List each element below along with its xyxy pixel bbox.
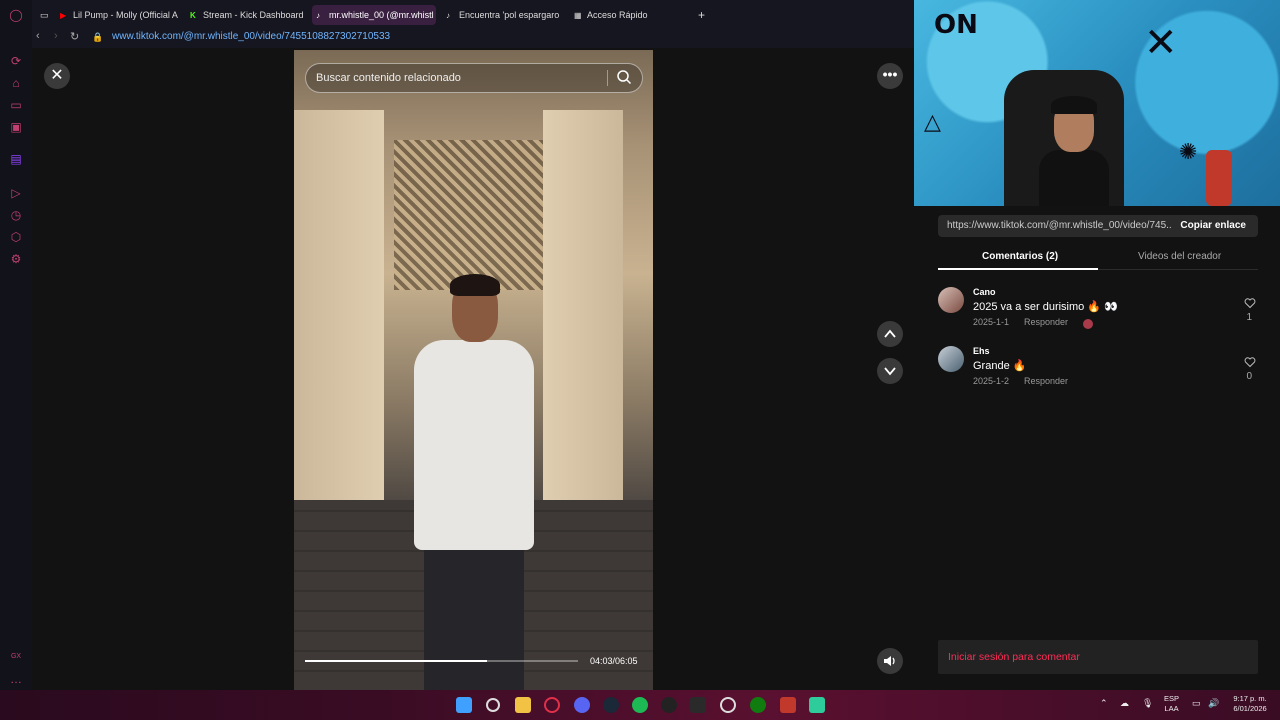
xbox-icon[interactable] — [750, 697, 766, 713]
tray-chevron-up-icon[interactable]: ⌃ — [1100, 698, 1108, 708]
comment-item: Cano 2025 va a ser durisimo 🔥 👀 2025-1-1… — [938, 287, 1258, 337]
epic-games-icon[interactable] — [690, 697, 706, 713]
sidebar-chat-icon[interactable]: ▭ — [9, 98, 23, 112]
sidebar-more-icon[interactable]: … — [9, 672, 23, 686]
active-tab-indicator — [938, 268, 1098, 270]
chevron-up-icon — [884, 329, 896, 338]
tab-tiktok-search[interactable]: ♪ Encuentra 'pol espargaro — [442, 5, 564, 25]
ghub-icon[interactable] — [661, 697, 677, 713]
language-indicator[interactable]: ESP LAA — [1164, 694, 1179, 714]
related-search-input[interactable]: Buscar contenido relacionado — [305, 63, 643, 93]
chevron-down-icon — [884, 367, 896, 376]
url-field[interactable]: www.tiktok.com/@mr.whistle_00/video/7455… — [112, 31, 390, 42]
kick-icon: K — [190, 11, 196, 20]
sidebar-settings-icon[interactable]: ⚙ — [9, 252, 23, 266]
microphone-icon[interactable]: 🎙 — [1142, 698, 1153, 708]
sidebar-extensions-icon[interactable]: ⬡ — [9, 230, 23, 244]
video-scene-lattice — [394, 140, 554, 290]
back-icon[interactable]: ‹ — [36, 30, 40, 42]
heart-icon[interactable] — [1244, 297, 1256, 309]
avatar[interactable] — [938, 287, 964, 313]
comment-text: Grande 🔥 — [973, 360, 1027, 372]
login-to-comment-button[interactable]: Iniciar sesión para comentar — [938, 640, 1258, 674]
like-count: 1 — [1246, 312, 1252, 323]
video-progress-bar[interactable] — [305, 660, 578, 662]
reply-button[interactable]: Responder — [1024, 317, 1068, 327]
comment-item: Ehs Grande 🔥 2025-1-2 Responder 0 — [938, 346, 1258, 396]
webcam-overlay: ON ✕ △ ✺ — [914, 0, 1280, 206]
speaker-icon — [884, 656, 895, 666]
sidebar-gx-icon[interactable]: GX — [9, 650, 23, 664]
tab-creator-videos[interactable]: Videos del creador — [1138, 251, 1221, 262]
share-link-box: https://www.tiktok.com/@mr.whistle_00/vi… — [938, 215, 1258, 237]
creator-liked-avatar — [1083, 319, 1093, 329]
opera-logo-icon[interactable]: ◯ — [9, 8, 23, 22]
app-icon[interactable] — [809, 697, 825, 713]
sidebar-news-icon[interactable]: ▣ — [9, 120, 23, 134]
heart-icon[interactable] — [1244, 356, 1256, 368]
onedrive-icon[interactable]: ☁ — [1120, 698, 1129, 708]
tab-overview-icon[interactable]: ▭ — [36, 5, 54, 25]
windows-start-icon[interactable] — [456, 697, 472, 713]
video-time: 04:03/06:05 — [590, 656, 638, 666]
tiktok-icon: ♪ — [446, 11, 450, 20]
tab-tiktok-active[interactable]: ♪ mr.whistle_00 (@mr.whistl — [312, 5, 436, 25]
comment-text: 2025 va a ser durisimo 🔥 👀 — [973, 301, 1118, 313]
sidebar-bag-icon[interactable]: ⌂ — [9, 76, 23, 90]
comment-username[interactable]: Ehs — [973, 346, 990, 356]
obs-icon[interactable] — [720, 697, 736, 713]
search-icon[interactable] — [486, 698, 500, 712]
comment-date: 2025-1-1 — [973, 317, 1010, 327]
volume-icon[interactable]: 🔊 — [1208, 698, 1219, 708]
sidebar-clock-icon[interactable]: ◷ — [9, 208, 23, 222]
browser-sidebar: ◯ ⟳ ⌂ ▭ ▣ ▤ ▷ ◷ ⬡ ⚙ GX … — [0, 0, 33, 690]
webcam-streamer — [1039, 96, 1109, 206]
tab-youtube[interactable]: ▶ Lil Pump - Molly (Official A — [56, 5, 178, 25]
tab-comments[interactable]: Comentarios (2) — [982, 251, 1058, 262]
tab-kick[interactable]: K Stream - Kick Dashboard — [186, 5, 308, 25]
volume-button[interactable] — [877, 648, 903, 674]
streaming-app-icon[interactable] — [780, 697, 796, 713]
new-tab-button[interactable]: + — [694, 5, 712, 25]
video-person — [414, 274, 534, 690]
previous-video-button[interactable] — [877, 321, 903, 347]
tab-quick-access[interactable]: ▦ Acceso Rápido — [570, 5, 674, 25]
file-explorer-icon[interactable] — [515, 697, 531, 713]
youtube-icon: ▶ — [60, 11, 67, 20]
avatar[interactable] — [938, 346, 964, 372]
comments-panel — [914, 206, 1280, 690]
video-player[interactable] — [294, 50, 653, 690]
close-video-button[interactable]: ✕ — [44, 63, 70, 89]
tiktok-icon: ♪ — [316, 11, 320, 20]
comment-date: 2025-1-2 — [973, 376, 1010, 386]
sidebar-history-icon[interactable]: ⟳ — [9, 54, 23, 68]
like-count: 0 — [1246, 371, 1252, 382]
more-options-button[interactable]: ••• — [877, 63, 903, 89]
spotify-icon[interactable] — [632, 697, 648, 713]
share-link-text[interactable]: https://www.tiktok.com/@mr.whistle_00/vi… — [947, 220, 1172, 231]
lock-icon: 🔒 — [92, 32, 104, 42]
address-bar: ‹ › ↻ 🔒 www.tiktok.com/@mr.whistle_00/vi… — [32, 28, 914, 48]
network-icon[interactable]: ▭ — [1192, 698, 1201, 708]
thermos — [1206, 150, 1232, 206]
tab-bar: ▭ ▶ Lil Pump - Molly (Official A K Stream … — [32, 0, 914, 28]
video-scene-pillar — [543, 110, 623, 530]
grid-icon: ▦ — [574, 11, 582, 20]
copy-link-button[interactable]: Copiar enlace — [1180, 220, 1246, 231]
reload-icon[interactable]: ↻ — [70, 30, 79, 43]
steam-icon[interactable] — [603, 697, 619, 713]
comment-username[interactable]: Cano — [973, 287, 996, 297]
clock[interactable]: 9:17 p. m. 6/01/2026 — [1228, 694, 1272, 714]
reply-button[interactable]: Responder — [1024, 376, 1068, 386]
video-progress-fill — [305, 660, 487, 662]
opera-gx-icon[interactable] — [544, 697, 560, 713]
search-icon[interactable] — [616, 69, 632, 85]
sidebar-player-icon[interactable]: ▷ — [9, 186, 23, 200]
video-scene-pillar — [294, 110, 384, 530]
discord-icon[interactable] — [574, 697, 590, 713]
next-video-button[interactable] — [877, 358, 903, 384]
sidebar-twitch-icon[interactable]: ▤ — [9, 152, 23, 166]
forward-icon[interactable]: › — [54, 30, 58, 42]
